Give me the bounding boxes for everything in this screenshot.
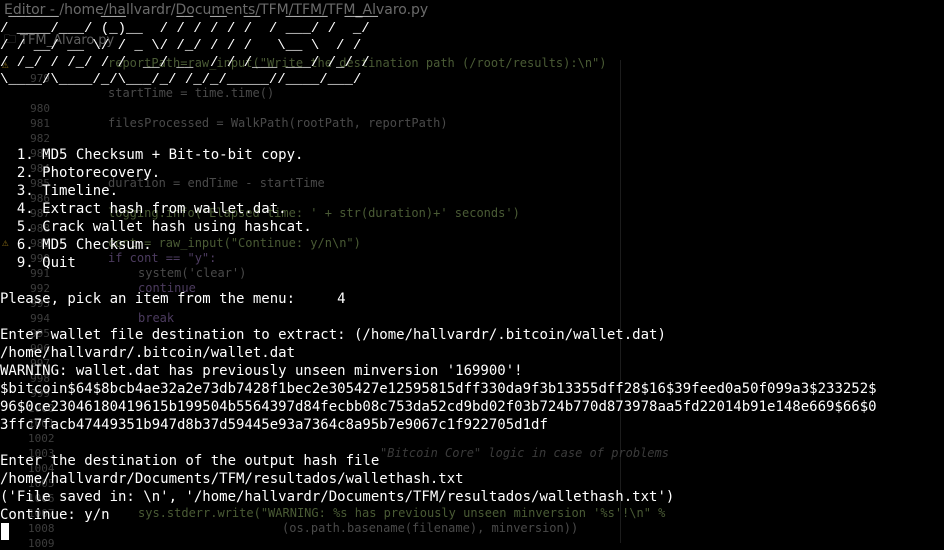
line-number: 994	[30, 312, 50, 325]
line-number: 982	[30, 132, 50, 145]
menu-item-md5-copy: 1. MD5 Checksum + Bit-to-bit copy.	[16, 147, 304, 163]
saved-message: ('File saved in: \n', '/home/hallvardr/D…	[0, 489, 675, 505]
menu-prompt: Please, pick an item from the menu: 4	[0, 291, 346, 307]
ascii-banner: ______ ___ __ __ __ _____ ____ / ____/__…	[0, 4, 379, 88]
code-line: sys.stderr.write("WARNING: %s has previo…	[138, 506, 666, 520]
wallet-prompt: Enter wallet file destination to extract…	[0, 327, 666, 343]
hash-output-line: 96$0ce23046180419615b199504b5564397d84fe…	[0, 399, 877, 415]
code-line: break	[138, 311, 175, 325]
menu-item-quit: 9. Quit	[16, 255, 76, 271]
menu-item-timeline: 3. Timeline.	[16, 183, 119, 199]
menu-choice-input[interactable]: 4	[337, 291, 345, 307]
menu-item-photorecovery: 2. Photorecovery.	[16, 165, 161, 181]
hash-output-line: 3ffc7facb47449351b947d8b37d59445e93a7364…	[0, 417, 548, 433]
output-prompt: Enter the destination of the output hash…	[0, 453, 380, 469]
editor-margin-guide	[620, 60, 621, 543]
line-number: 980	[30, 102, 50, 115]
terminal-cursor[interactable]	[1, 523, 9, 540]
menu-item-crack-hash: 5. Crack wallet hash using hashcat.	[16, 219, 312, 235]
warning-message: WARNING: wallet.dat has previously unsee…	[0, 363, 523, 379]
continue-prompt: Continue: y/n	[0, 507, 110, 523]
code-line: (os.path.basename(filename), minversion)…	[282, 521, 579, 535]
line-number: 1009	[28, 537, 55, 550]
menu-item-md5-checksum: 6. MD5 Checksum.	[16, 237, 152, 253]
menu-item-extract-hash: 4. Extract hash from wallet.dat.	[16, 201, 287, 217]
line-number: 981	[30, 117, 50, 130]
code-line: system('clear')	[138, 266, 247, 280]
hash-output-line: $bitcoin$64$8bcb4ae32a2e73db7428f1bec2e3…	[0, 381, 877, 397]
code-line: "Bitcoin Core" logic in case of problems	[380, 446, 669, 460]
output-path-input[interactable]: /home/hallvardr/Documents/TFM/resultados…	[0, 470, 464, 488]
wallet-path-input[interactable]: /home/hallvardr/.bitcoin/wallet.dat	[0, 344, 295, 362]
code-line: filesProcessed = WalkPath(rootPath, repo…	[108, 116, 448, 130]
